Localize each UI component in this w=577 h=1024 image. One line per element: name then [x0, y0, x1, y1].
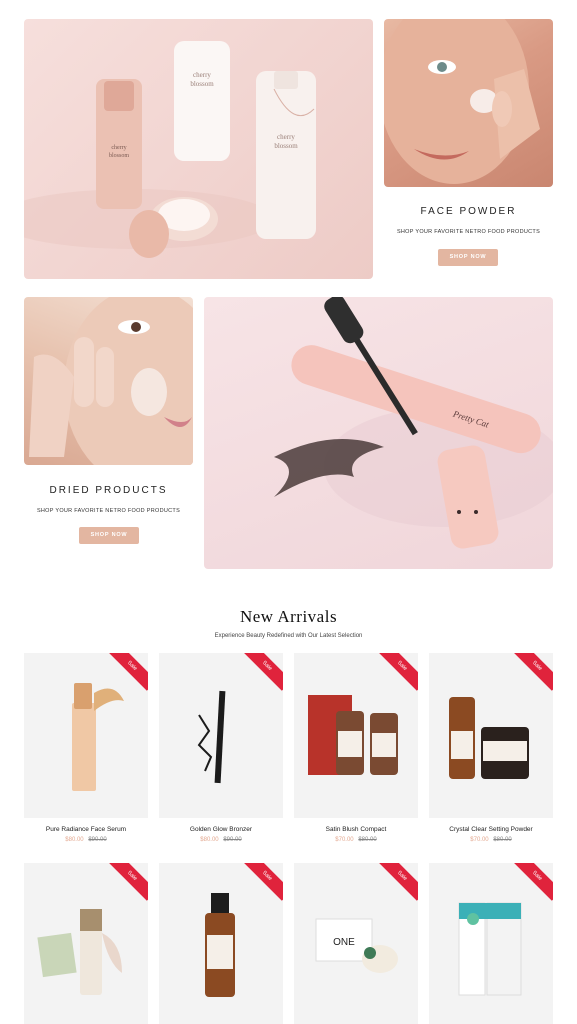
- product-card[interactable]: Sale Pure Radiance Face Serum $80.00 $90…: [24, 653, 148, 843]
- dried-products-subtitle: SHOP YOUR FAVORITE NETRO FOOD PRODUCTS: [36, 508, 181, 514]
- product-card[interactable]: Sale: [159, 863, 283, 1024]
- original-price: $90.00: [88, 837, 107, 843]
- foundation-stick-illustration: [72, 683, 124, 791]
- face-powder-model-image[interactable]: [384, 19, 553, 187]
- model-face-illustration: [384, 19, 540, 184]
- pump-serum-illustration: [205, 893, 235, 997]
- model-face-serum-illustration: [29, 297, 193, 465]
- face-powder-shop-now-button[interactable]: SHOP NOW: [438, 249, 498, 266]
- compact-and-tube-illustration: [37, 909, 122, 995]
- product-image[interactable]: Sale: [159, 863, 283, 1024]
- product-name[interactable]: Crystal Clear Setting Powder: [429, 826, 553, 833]
- svg-text:blossom: blossom: [109, 153, 129, 159]
- product-price: $70.00 $80.00: [429, 837, 553, 843]
- product-card[interactable]: Sale: [24, 863, 148, 1024]
- tin-label: ONE: [333, 937, 355, 948]
- sale-price: $70.00: [335, 837, 354, 843]
- dried-products-shop-now-button[interactable]: SHOP NOW: [79, 527, 139, 544]
- sale-price: $80.00: [65, 837, 84, 843]
- product-price: $80.00 $90.00: [24, 837, 148, 843]
- original-price: $80.00: [358, 837, 377, 843]
- skincare-set-illustration: [308, 695, 398, 775]
- original-price: $90.00: [223, 837, 242, 843]
- sale-price: $80.00: [200, 837, 219, 843]
- product-image[interactable]: Sale: [24, 863, 148, 1024]
- product-name[interactable]: Satin Blush Compact: [294, 826, 418, 833]
- product-image[interactable]: ONE Sale: [294, 863, 418, 1024]
- product-image[interactable]: Sale: [294, 653, 418, 818]
- tin-and-box-illustration: ONE: [315, 918, 398, 973]
- new-arrivals-subtitle: Experience Beauty Redefined with Our Lat…: [214, 633, 363, 639]
- product-image[interactable]: Sale: [429, 863, 553, 1024]
- product-price: $70.00 $80.00: [294, 837, 418, 843]
- dried-products-title: DRIED PRODUCTS: [49, 485, 168, 496]
- original-price: $80.00: [493, 837, 512, 843]
- product-card[interactable]: Sale Crystal Clear Setting Powder $70.00…: [429, 653, 553, 843]
- mascara-illustration: Pretty Cat: [274, 297, 553, 549]
- product-card[interactable]: Sale Golden Glow Bronzer $80.00 $90.00: [159, 653, 283, 843]
- face-powder-subtitle: SHOP YOUR FAVORITE NETRO FOOD PRODUCTS: [396, 229, 541, 235]
- dried-products-model-image[interactable]: [24, 297, 193, 465]
- product-price: $80.00 $90.00: [159, 837, 283, 843]
- product-image[interactable]: Sale: [24, 653, 148, 818]
- face-powder-title: FACE POWDER: [420, 206, 517, 217]
- svg-text:cherry: cherry: [277, 133, 295, 141]
- product-image[interactable]: Sale: [159, 653, 283, 818]
- product-image[interactable]: Sale: [429, 653, 553, 818]
- cosmetics-flatlay-illustration: cherry blossom cherry blossom cherry blo…: [24, 41, 316, 258]
- product-name[interactable]: Golden Glow Bronzer: [159, 826, 283, 833]
- svg-text:cherry: cherry: [111, 145, 126, 151]
- cream-box-illustration: [458, 902, 522, 996]
- product-card[interactable]: Sale: [429, 863, 553, 1024]
- product-name[interactable]: Pure Radiance Face Serum: [24, 826, 148, 833]
- eyeliner-pencil-illustration: [197, 690, 226, 784]
- svg-text:blossom: blossom: [190, 80, 214, 88]
- product-card[interactable]: ONE Sale: [294, 863, 418, 1024]
- product-card[interactable]: Sale Satin Blush Compact $70.00 $80.00: [294, 653, 418, 843]
- sale-price: $70.00: [470, 837, 489, 843]
- hero-cherry-blossom-image[interactable]: cherry blossom cherry blossom cherry blo…: [24, 19, 373, 279]
- mascara-hero-image[interactable]: Pretty Cat: [204, 297, 553, 569]
- svg-text:blossom: blossom: [274, 142, 298, 150]
- svg-text:cherry: cherry: [193, 71, 211, 79]
- serum-and-jar-illustration: [449, 697, 529, 779]
- new-arrivals-title: New Arrivals: [239, 607, 338, 626]
